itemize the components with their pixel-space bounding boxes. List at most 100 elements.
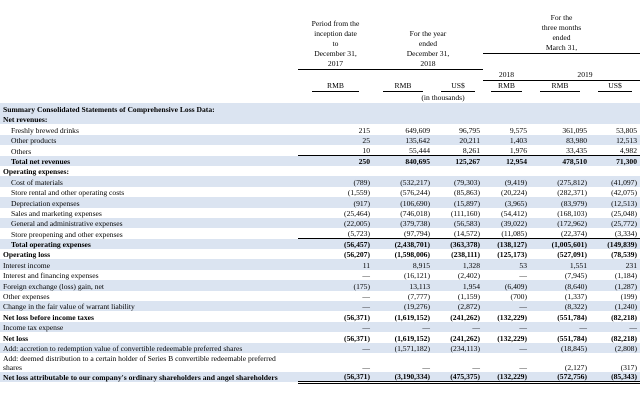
row-label: General and administrative expenses [0, 217, 298, 229]
row-value: 361,095 [562, 125, 587, 135]
row-value [373, 166, 433, 176]
currency-label: RMB [483, 81, 530, 92]
row-value: 649,609 [405, 125, 430, 135]
header-line: March 31, [483, 43, 640, 54]
currency-label: RMB [298, 81, 373, 92]
table-row: Others 10 55,444 8,261 1,976 33,435 4,982 [0, 145, 640, 156]
table-row: Add: accretion to redemption value of co… [0, 342, 640, 353]
table-row: Other expenses — (7,777) (1,159) (700) (1,337… [0, 291, 640, 301]
row-value: — [298, 342, 373, 353]
currency-text: RMB [383, 81, 423, 92]
row-label-text: Income tax expense [3, 323, 64, 333]
row-value: 231 [590, 259, 640, 270]
table-row: Add: deemed distribution to a certain ho… [0, 353, 640, 372]
row-label: Foreign exchange (loss) gain, net [0, 280, 298, 291]
row-label-text: Store preopening and other expenses [11, 229, 123, 239]
row-label-text: Cost of materials [11, 177, 63, 187]
section-title-row: Summary Consolidated Statements of Compr… [0, 103, 640, 114]
row-value: (1,184) [614, 271, 638, 281]
row-value: (85,343) [590, 371, 640, 384]
table-header: Period from the inception date to Decemb… [0, 0, 640, 103]
row-value: (111,160) [450, 208, 480, 218]
table-row: Operating loss (56,207) (1,598,006) (238,11… [0, 249, 640, 259]
row-value: (3,190,334) [373, 371, 433, 384]
row-value: (2,438,701) [373, 238, 433, 250]
row-value: 215 [358, 125, 370, 135]
row-label-text: Operating expenses: [3, 167, 70, 177]
row-label: Sales and marketing expenses [0, 208, 298, 218]
row-value [373, 114, 433, 125]
row-value: (9,419) [483, 176, 530, 187]
row-value: 1,328 [433, 259, 483, 270]
row-value: (39,022) [483, 217, 530, 229]
row-value: (1,287) [590, 280, 640, 291]
row-value: (241,262) [450, 312, 480, 322]
header-line: For the year [409, 29, 447, 38]
row-value: (238,111) [451, 250, 480, 260]
row-label: Freshly brewed drinks [0, 124, 298, 135]
row-value: (42,075) [611, 188, 638, 198]
row-value: — [519, 362, 527, 372]
row-label-text: Sales and marketing expenses [11, 208, 102, 218]
row-value: (379,738) [373, 217, 433, 229]
row-label: Store preopening and other expenses [0, 228, 298, 239]
row-value: (551,784) [557, 333, 587, 343]
header-year-2018: For the year ended December 31, 2018 [373, 0, 483, 70]
row-label-text: Total net revenues [11, 156, 71, 166]
header-line: inception date [314, 29, 357, 38]
row-value: (20,224) [501, 188, 527, 198]
row-value: 53,805 [616, 125, 638, 135]
row-value: (475,375) [433, 371, 483, 384]
row-value [298, 166, 373, 176]
row-value: (16,121) [404, 271, 430, 281]
row-value: (56,371) [344, 333, 370, 343]
financial-statement-page: Period from the inception date to Decemb… [0, 0, 640, 405]
row-label-text: Foreign exchange (loss) gain, net [3, 281, 105, 291]
row-value: (14,572) [454, 229, 480, 239]
table-row: Interest income 11 8,915 1,328 53 1,551 231 [0, 259, 640, 270]
row-value: 11 [298, 259, 373, 270]
row-value: 1,551 [530, 259, 590, 270]
row-value: — [298, 321, 373, 333]
row-value: (576,244) [400, 188, 430, 198]
row-value: 12,513 [590, 134, 640, 146]
row-value: — [483, 342, 530, 353]
row-value: (551,784) [557, 312, 587, 322]
row-value: (25,772) [590, 217, 640, 229]
row-value: (700) [510, 292, 527, 302]
row-value: (1,598,006) [394, 250, 430, 260]
row-label: Income tax expense [0, 321, 298, 333]
table-row: General and administrative expenses (22,0… [0, 217, 640, 229]
row-label-text: Net loss before income taxes [3, 312, 94, 322]
row-value: (56,371) [298, 371, 373, 384]
header-line: December 31, [314, 49, 357, 58]
row-value: (106,690) [373, 197, 433, 208]
header-line: to [332, 39, 339, 48]
row-label: Cost of materials [0, 176, 298, 187]
row-value: (532,217) [373, 176, 433, 187]
currency-label: US$ [590, 81, 640, 92]
row-value: (56,207) [344, 250, 370, 260]
row-value: — [373, 321, 433, 333]
row-value: (2,872) [433, 301, 483, 312]
row-value: (22,005) [298, 217, 373, 229]
row-value: (132,229) [483, 371, 530, 384]
row-value: (1,619,152) [394, 333, 430, 343]
table-row: Net revenues: [0, 114, 640, 125]
row-value: (82,218) [611, 312, 638, 322]
currency-text: US$ [441, 81, 475, 92]
row-value: (97,794) [404, 229, 430, 239]
row-value: (132,229) [497, 333, 527, 343]
table-row: Interest and financing expenses — (16,121)… [0, 270, 640, 280]
row-label: Net revenues: [0, 114, 298, 125]
table-row: Total operating expenses (56,457) (2,438,7… [0, 238, 640, 250]
row-value: 71,300 [590, 155, 640, 166]
currency-text: US$ [598, 81, 633, 92]
row-value: (1,005,601) [530, 238, 590, 250]
row-value: 13,113 [373, 280, 433, 291]
table-row: Change in the fair value of warrant liab… [0, 301, 640, 312]
row-value: 840,695 [373, 155, 433, 166]
row-value: (572,756) [530, 371, 590, 384]
row-value [530, 114, 590, 125]
currency-label: US$ [433, 81, 483, 92]
